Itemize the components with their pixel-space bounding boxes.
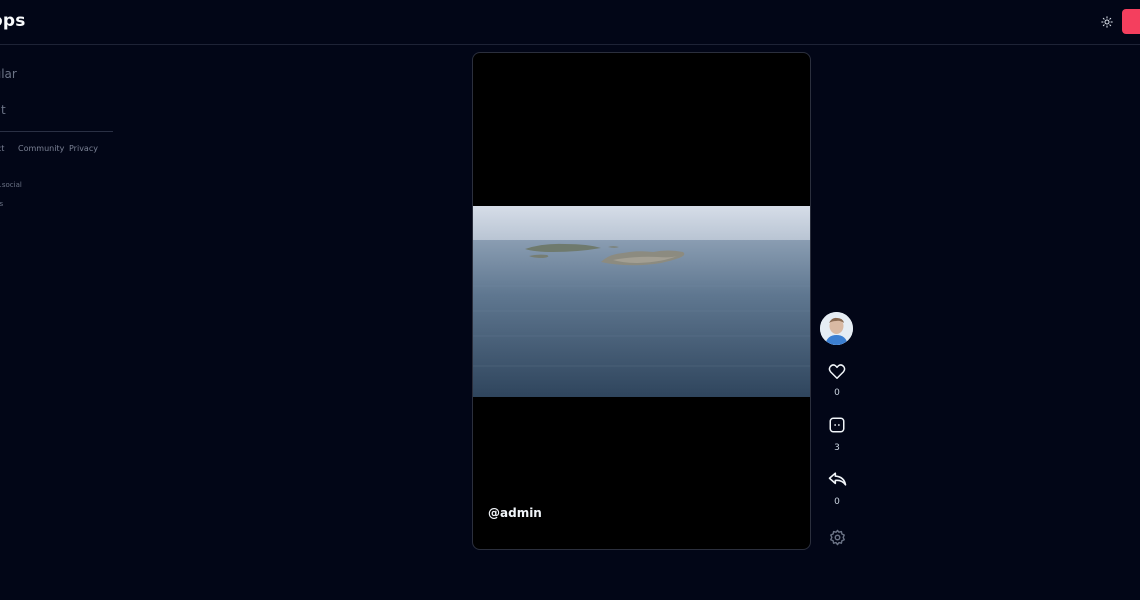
heart-icon [828, 363, 846, 379]
video-frame [473, 206, 810, 397]
avatar[interactable] [820, 312, 853, 345]
share-button[interactable] [824, 468, 850, 490]
sidebar-divider [0, 131, 113, 132]
brand-logo[interactable]: ops [0, 11, 26, 31]
top-bar: ops [0, 0, 1140, 45]
app-tagline: ps [0, 200, 4, 208]
footer-link-community[interactable]: Community [18, 144, 64, 153]
header-action-button[interactable] [1122, 9, 1140, 34]
gear-icon [829, 529, 845, 545]
footer-link-contact[interactable]: act [0, 144, 4, 153]
settings-button[interactable] [824, 526, 850, 548]
video-player[interactable]: @admin [472, 52, 811, 550]
comment-icon [829, 417, 845, 433]
comment-count: 3 [834, 443, 840, 453]
share-count: 0 [834, 497, 840, 507]
theme-toggle-button[interactable] [1099, 14, 1115, 30]
comment-button[interactable] [824, 414, 850, 436]
sun-icon [1101, 16, 1113, 28]
footer-link-privacy[interactable]: Privacy [69, 144, 98, 153]
like-count: 0 [834, 388, 840, 398]
sidebar: pular out act Community Privacy s.social… [0, 45, 114, 600]
sidebar-item-about[interactable]: out [0, 103, 6, 117]
instance-domain: s.social [0, 181, 22, 189]
sidebar-item-popular[interactable]: pular [0, 67, 17, 81]
video-author-handle[interactable]: @admin [488, 506, 542, 520]
avatar-image [820, 312, 853, 345]
video-thumbnail [473, 206, 810, 397]
like-button[interactable] [824, 360, 850, 382]
share-icon [828, 472, 846, 486]
